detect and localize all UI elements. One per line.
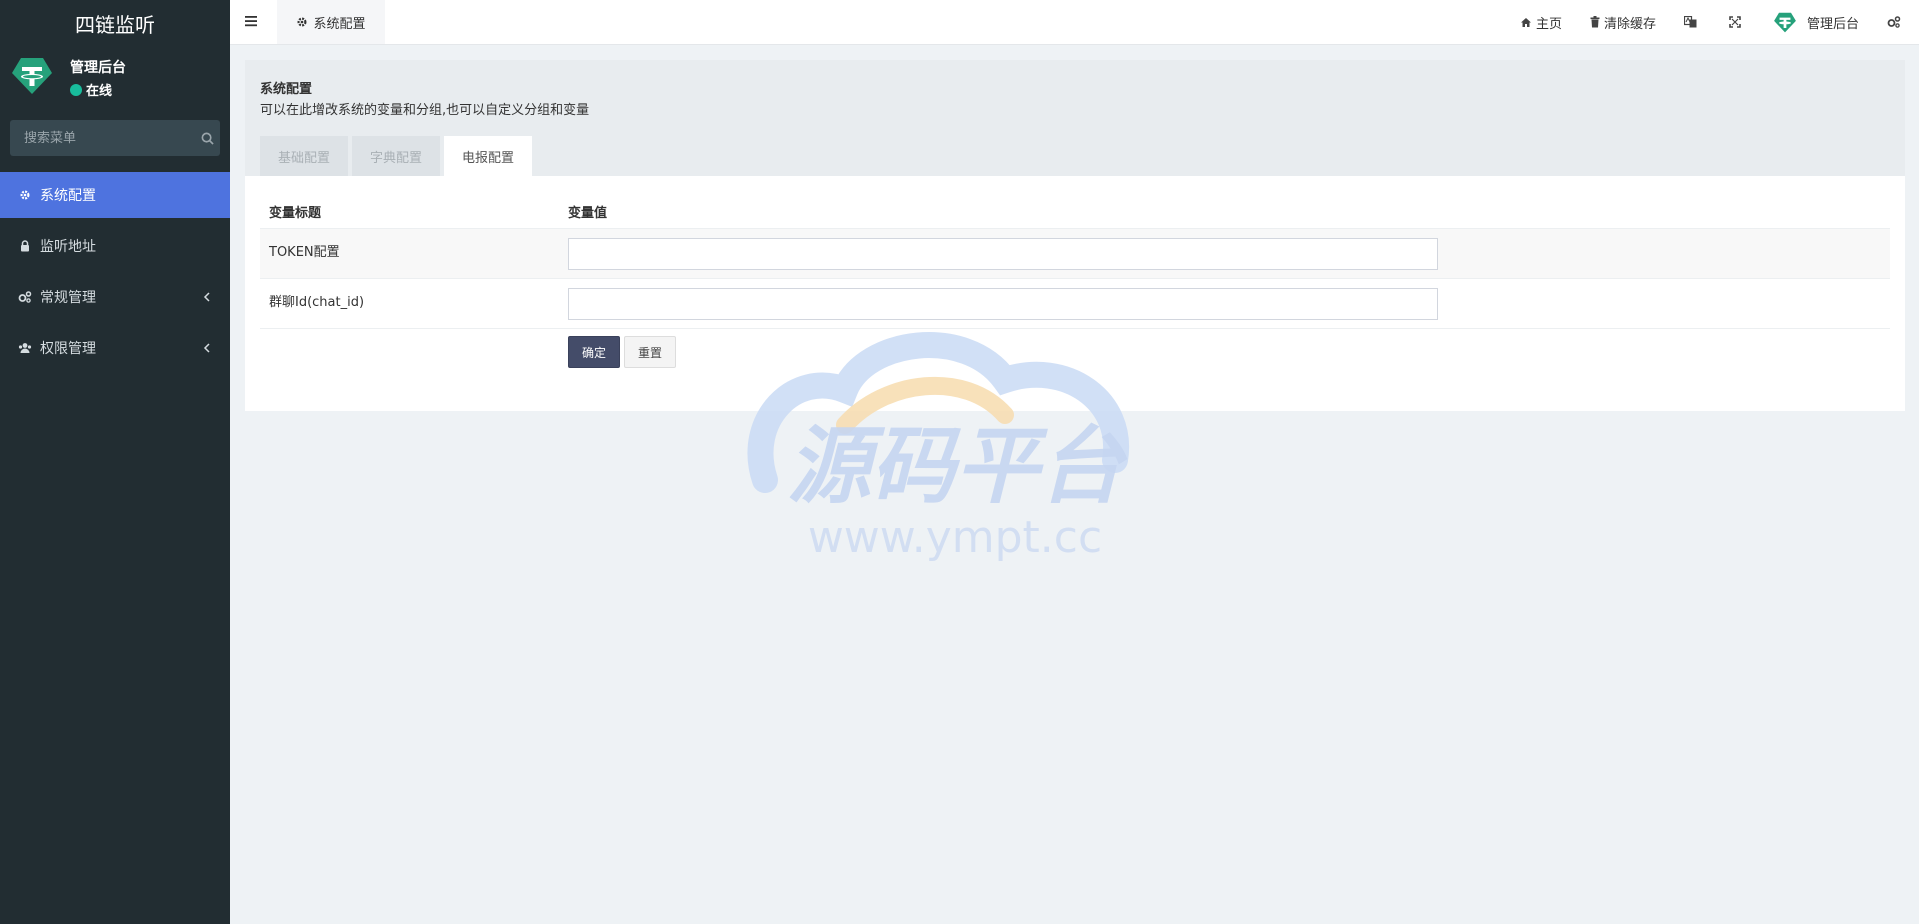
settings-button[interactable]: [1887, 16, 1905, 28]
chevron-left-icon: [203, 292, 210, 302]
tab-label: 系统配置: [313, 16, 366, 32]
sidebar-item-label: 权限管理: [40, 341, 96, 357]
user-status: 在线: [70, 80, 112, 99]
table-header: 变量标题 变量值: [260, 190, 1890, 228]
column-header-title: 变量标题: [269, 206, 322, 221]
panel-heading: 系统配置 可以在此增改系统的变量和分组,也可以自定义分组和变量 基础配置 字典配…: [245, 60, 1905, 176]
cogs-icon: [18, 290, 32, 304]
tab-telegram-config[interactable]: 电报配置: [444, 136, 532, 176]
row-label-token: TOKEN配置: [269, 245, 340, 260]
user-menu[interactable]: 管理后台: [1773, 10, 1859, 34]
gear-icon: [18, 188, 32, 202]
sidebar-item-monitor-address[interactable]: 监听地址: [0, 223, 230, 269]
search-menu-input[interactable]: [10, 120, 194, 156]
top-header: 系统配置 主页 清除缓存 管理后台: [230, 0, 1919, 45]
config-table: 变量标题 变量值 TOKEN配置 群聊Id(chat_id) 确定 重置: [260, 190, 1890, 384]
header-actions: 主页 清除缓存 管理后台: [1520, 0, 1919, 44]
home-icon: [1520, 17, 1531, 27]
sidebar-item-label: 常规管理: [40, 290, 96, 306]
clear-cache-button[interactable]: 清除缓存: [1590, 13, 1656, 32]
panel-title: 系统配置: [260, 82, 313, 97]
sidebar-menu: 系统配置 监听地址 常规管理 权限管理: [0, 172, 230, 376]
fullscreen-icon: [1729, 16, 1741, 28]
confirm-button[interactable]: 确定: [568, 336, 620, 368]
sidebar-item-label: 系统配置: [40, 188, 96, 204]
tab-dictionary-config[interactable]: 字典配置: [352, 136, 440, 176]
sidebar-item-label: 监听地址: [40, 239, 96, 255]
search-icon[interactable]: [194, 132, 220, 145]
tab-system-config[interactable]: 系统配置: [277, 0, 385, 44]
chevron-left-icon: [203, 343, 210, 353]
online-dot-icon: [70, 83, 82, 96]
translate-icon: [1683, 16, 1697, 28]
column-header-value: 变量值: [568, 206, 608, 221]
user-panel: 管理后台 在线: [0, 46, 230, 112]
sidebar-item-permission-management[interactable]: 权限管理: [0, 325, 230, 371]
config-panel: 系统配置 可以在此增改系统的变量和分组,也可以自定义分组和变量 基础配置 字典配…: [245, 60, 1905, 411]
hamburger-menu-icon[interactable]: [244, 13, 260, 29]
table-row: TOKEN配置: [260, 228, 1890, 278]
user-name: 管理后台: [70, 60, 126, 76]
user-status-label: 在线: [86, 84, 113, 99]
header-user-name: 管理后台: [1806, 16, 1859, 32]
translate-button[interactable]: [1683, 16, 1701, 28]
lock-icon: [18, 239, 32, 253]
fullscreen-button[interactable]: [1729, 16, 1745, 28]
panel-description: 可以在此增改系统的变量和分组,也可以自定义分组和变量: [260, 103, 590, 118]
clear-cache-label: 清除缓存: [1603, 16, 1656, 32]
sidebar: 四链监听 管理后台 在线 系统配置 监听地址: [0, 0, 230, 924]
sidebar-item-system-config[interactable]: 系统配置: [0, 172, 230, 218]
tab-basic-config[interactable]: 基础配置: [260, 136, 348, 176]
form-actions: 确定 重置: [260, 328, 1890, 384]
users-icon: [18, 341, 32, 355]
sidebar-item-general-management[interactable]: 常规管理: [0, 274, 230, 320]
chat-id-input[interactable]: [568, 288, 1438, 320]
tether-logo-icon: [1774, 12, 1796, 33]
home-label: 主页: [1535, 16, 1562, 32]
cogs-icon: [1887, 16, 1901, 28]
sidebar-search: [10, 120, 220, 156]
app-title[interactable]: 四链监听: [0, 0, 230, 46]
trash-icon: [1590, 16, 1600, 28]
row-label-chat-id: 群聊Id(chat_id): [269, 295, 365, 310]
gear-icon: [297, 17, 307, 27]
table-row: 群聊Id(chat_id): [260, 278, 1890, 328]
watermark-url: www.ympt.cc: [808, 512, 1102, 563]
tether-logo-icon: [12, 58, 52, 94]
reset-button[interactable]: 重置: [624, 336, 676, 368]
watermark-title: 源码平台: [787, 417, 1128, 515]
home-link[interactable]: 主页: [1520, 13, 1562, 32]
token-input[interactable]: [568, 238, 1438, 270]
